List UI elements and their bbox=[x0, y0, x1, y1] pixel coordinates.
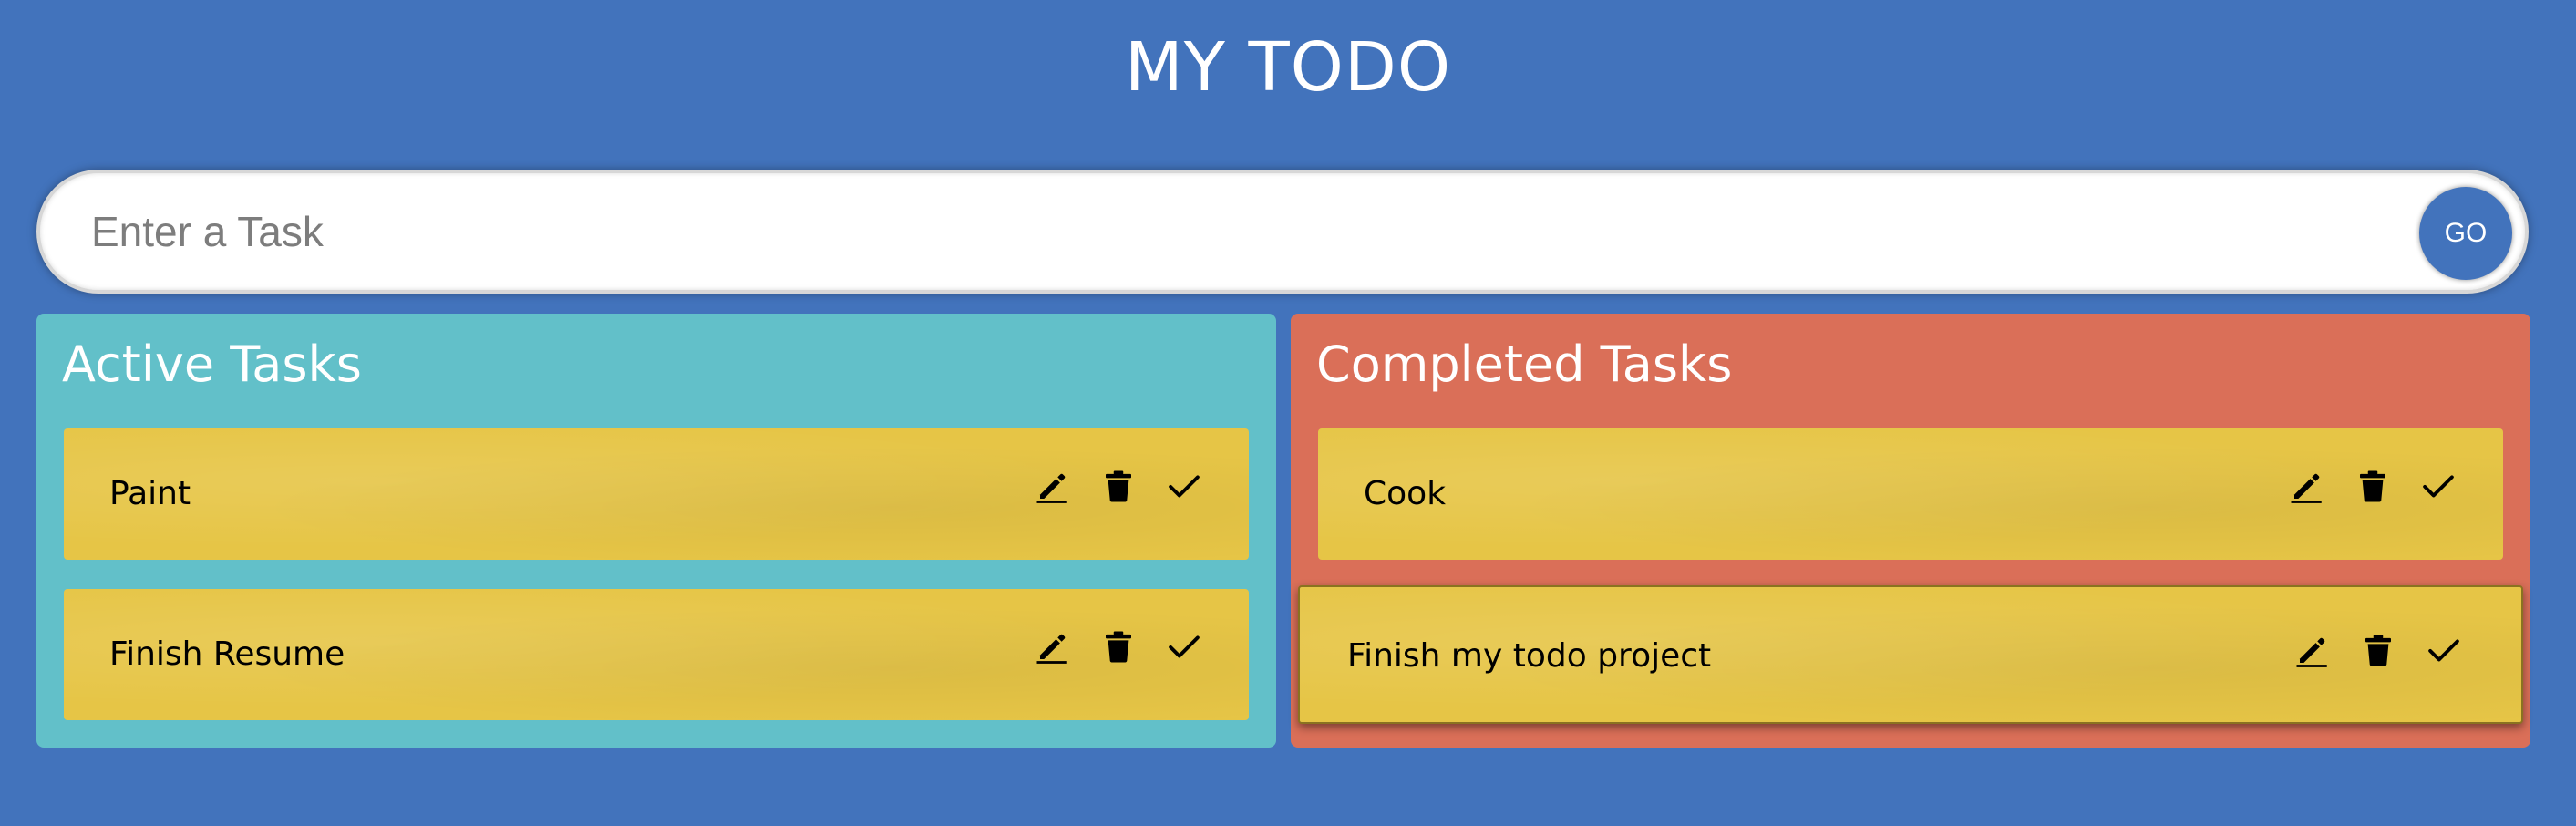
trash-icon[interactable] bbox=[2354, 467, 2392, 505]
task-actions bbox=[1034, 627, 1203, 666]
task-label: Paint bbox=[109, 475, 191, 512]
task-actions bbox=[1034, 467, 1203, 505]
task-card[interactable]: Finish my todo project bbox=[1298, 585, 2523, 724]
checkmark-icon[interactable] bbox=[2425, 631, 2463, 669]
task-input-bar: GO bbox=[36, 170, 2529, 294]
task-label: Finish my todo project bbox=[1347, 637, 1712, 675]
task-actions bbox=[2293, 631, 2463, 669]
task-label: Finish Resume bbox=[109, 635, 345, 673]
pencil-icon[interactable] bbox=[2288, 467, 2326, 505]
active-tasks-panel: Active Tasks Paint Finish Resume bbox=[36, 314, 1276, 748]
completed-tasks-heading: Completed Tasks bbox=[1316, 336, 1733, 393]
task-actions bbox=[2288, 467, 2458, 505]
checkmark-icon[interactable] bbox=[1165, 627, 1203, 666]
pencil-icon[interactable] bbox=[2293, 631, 2332, 669]
pencil-icon[interactable] bbox=[1034, 467, 1072, 505]
checkmark-icon[interactable] bbox=[2419, 467, 2458, 505]
checkmark-icon[interactable] bbox=[1165, 467, 1203, 505]
active-tasks-heading: Active Tasks bbox=[62, 336, 362, 393]
task-card[interactable]: Paint bbox=[64, 428, 1249, 560]
go-button[interactable]: GO bbox=[2419, 187, 2512, 280]
trash-icon[interactable] bbox=[1099, 467, 1138, 505]
pencil-icon[interactable] bbox=[1034, 627, 1072, 666]
trash-icon[interactable] bbox=[2359, 631, 2397, 669]
task-card[interactable]: Cook bbox=[1318, 428, 2503, 560]
task-input[interactable] bbox=[91, 193, 2370, 270]
completed-tasks-panel: Completed Tasks Cook Finish my todo proj… bbox=[1291, 314, 2530, 748]
task-card[interactable]: Finish Resume bbox=[64, 589, 1249, 720]
app-title: MY TODO bbox=[1124, 28, 1452, 107]
task-label: Cook bbox=[1364, 475, 1447, 512]
trash-icon[interactable] bbox=[1099, 627, 1138, 666]
